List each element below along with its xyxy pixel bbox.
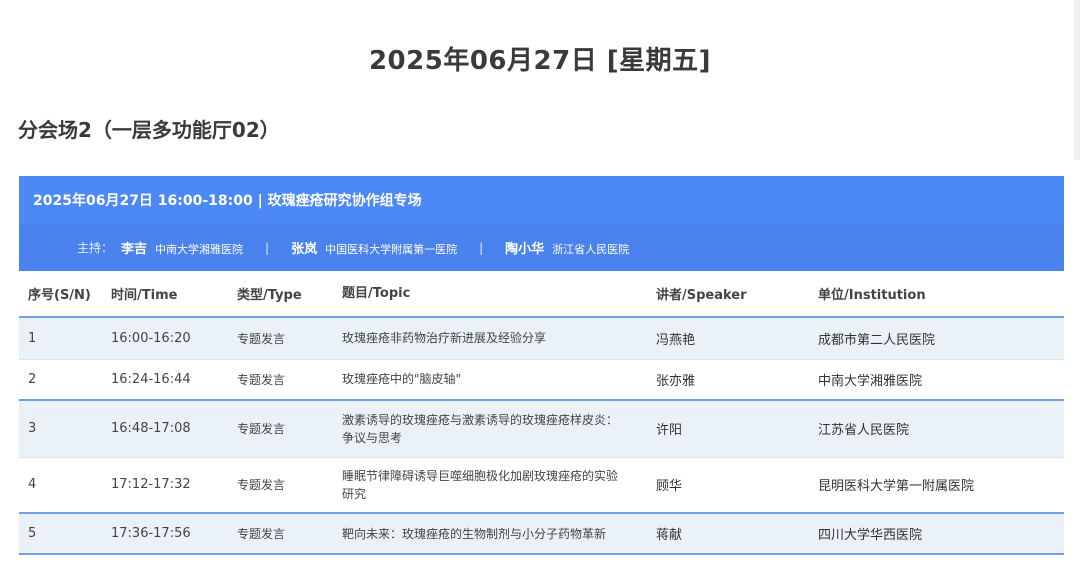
schedule-table: 序号(S/N) 时间/Time 类型/Type 题目/Topic 讲者/Spea… bbox=[19, 271, 1064, 555]
page-edge-strip bbox=[1074, 0, 1080, 160]
table-header-row: 序号(S/N) 时间/Time 类型/Type 题目/Topic 讲者/Spea… bbox=[19, 271, 1064, 318]
cell-time: 16:48-17:08 bbox=[111, 421, 191, 437]
cell-sn: 5 bbox=[28, 526, 37, 541]
topic-line: 玫瑰痤疮非药物治疗新进展及经验分享 bbox=[342, 331, 547, 346]
host-name: 李吉 bbox=[121, 242, 148, 257]
table-row: 5 17:36-17:56 专题发言 靶向未来：玫瑰痤疮的生物制剂与小分子药物革… bbox=[19, 513, 1064, 554]
column-header-institution: 单位/Institution bbox=[818, 271, 1064, 318]
cell-type: 专题发言 bbox=[237, 331, 286, 346]
table-row: 1 16:00-16:20 专题发言 玫瑰痤疮非药物治疗新进展及经验分享 冯燕艳… bbox=[19, 317, 1064, 359]
host-item: 张岚 中国医科大学附属第一医院 bbox=[291, 238, 457, 257]
cell-type: 专题发言 bbox=[237, 527, 286, 541]
venue-title: 分会场2（一层多功能厅02） bbox=[18, 118, 280, 142]
cell-institution: 江苏省人民医院 bbox=[818, 423, 910, 439]
topic-line: 睡眠节律障碍诱导巨噬细胞极化加剧玫瑰痤疮的实验 bbox=[342, 468, 619, 483]
cell-speaker: 顾华 bbox=[656, 479, 683, 495]
cell-institution: 昆明医科大学第一附属医院 bbox=[818, 479, 975, 495]
cell-topic: 玫瑰痤疮中的"脑皮轴" bbox=[342, 359, 656, 400]
cell-time: 17:12-17:32 bbox=[111, 477, 191, 493]
session-banner: 2025年06月27日 16:00-18:00 | 玫瑰痤疮研究协作组专场 主持… bbox=[19, 176, 1064, 271]
table-row: 2 16:24-16:44 专题发言 玫瑰痤疮中的"脑皮轴" 张亦雅 中南大学湘… bbox=[19, 359, 1064, 400]
cell-topic: 激素诱导的玫瑰痤疮与激素诱导的玫瑰痤疮样皮炎： 争议与思考 bbox=[342, 400, 656, 457]
cell-type: 专题发言 bbox=[237, 478, 286, 493]
table-row: 4 17:12-17:32 专题发言 睡眠节律障碍诱导巨噬细胞极化加剧玫瑰痤疮的… bbox=[19, 457, 1064, 513]
cell-speaker: 冯燕艳 bbox=[656, 332, 696, 348]
cell-sn: 3 bbox=[28, 421, 37, 437]
cell-speaker: 蒋献 bbox=[656, 528, 683, 543]
cell-sn: 4 bbox=[28, 477, 37, 493]
host-name: 陶小华 bbox=[505, 242, 545, 257]
cell-time: 16:00-16:20 bbox=[111, 330, 191, 346]
cell-topic: 靶向未来：玫瑰痤疮的生物制剂与小分子药物革新 bbox=[342, 513, 656, 554]
cell-speaker: 许阳 bbox=[656, 423, 683, 439]
column-header-speaker: 讲者/Speaker bbox=[656, 271, 818, 318]
host-item: 陶小华 浙江省人民医院 bbox=[505, 238, 629, 257]
date-title: 2025年06月27日 [星期五] bbox=[368, 46, 712, 76]
column-header-type: 类型/Type bbox=[237, 271, 342, 318]
cell-topic: 睡眠节律障碍诱导巨噬细胞极化加剧玫瑰痤疮的实验 研究 bbox=[342, 457, 656, 513]
topic-line: 争议与思考 bbox=[342, 430, 403, 445]
session-panel: 2025年06月27日 16:00-18:00 | 玫瑰痤疮研究协作组专场 主持… bbox=[19, 176, 1064, 555]
cell-time: 16:24-16:44 bbox=[111, 371, 191, 387]
host-item: 李吉 中南大学湘雅医院 bbox=[121, 238, 243, 257]
cell-sn: 1 bbox=[28, 330, 37, 346]
host-institution: 中南大学湘雅医院 bbox=[155, 243, 244, 256]
session-header: 2025年06月27日 16:00-18:00 | 玫瑰痤疮研究协作组专场 bbox=[19, 176, 1064, 224]
topic-line: 激素诱导的玫瑰痤疮与激素诱导的玫瑰痤疮样皮炎： bbox=[342, 412, 619, 427]
cell-type: 专题发言 bbox=[237, 422, 286, 437]
host-separator: | bbox=[479, 240, 484, 255]
column-header-sn: 序号(S/N) bbox=[19, 271, 111, 318]
cell-speaker: 张亦雅 bbox=[656, 373, 696, 389]
cell-topic: 玫瑰痤疮非药物治疗新进展及经验分享 bbox=[342, 317, 656, 359]
column-header-time: 时间/Time bbox=[111, 271, 237, 318]
topic-line: 靶向未来：玫瑰痤疮的生物制剂与小分子药物革新 bbox=[342, 526, 607, 541]
host-separator: | bbox=[265, 240, 270, 255]
session-hosts: 主持： 李吉 中南大学湘雅医院 | 张岚 中国医科大学附属第一医院 | 陶小华 … bbox=[19, 224, 1064, 271]
host-name: 张岚 bbox=[291, 242, 318, 257]
cell-time: 17:36-17:56 bbox=[111, 526, 191, 541]
table-row: 3 16:48-17:08 专题发言 激素诱导的玫瑰痤疮与激素诱导的玫瑰痤疮样皮… bbox=[19, 400, 1064, 457]
host-institution: 中国医科大学附属第一医院 bbox=[325, 243, 458, 256]
column-header-topic: 题目/Topic bbox=[342, 271, 656, 318]
topic-line: 研究 bbox=[342, 486, 367, 501]
topic-line: 玫瑰痤疮中的"脑皮轴" bbox=[342, 372, 462, 387]
hosts-label: 主持： bbox=[77, 241, 114, 255]
cell-institution: 中南大学湘雅医院 bbox=[818, 373, 923, 389]
host-institution: 浙江省人民医院 bbox=[552, 243, 630, 256]
cell-type: 专题发言 bbox=[237, 372, 286, 387]
cell-sn: 2 bbox=[28, 371, 37, 387]
cell-institution: 成都市第二人民医院 bbox=[818, 332, 936, 348]
cell-institution: 四川大学华西医院 bbox=[818, 528, 923, 543]
